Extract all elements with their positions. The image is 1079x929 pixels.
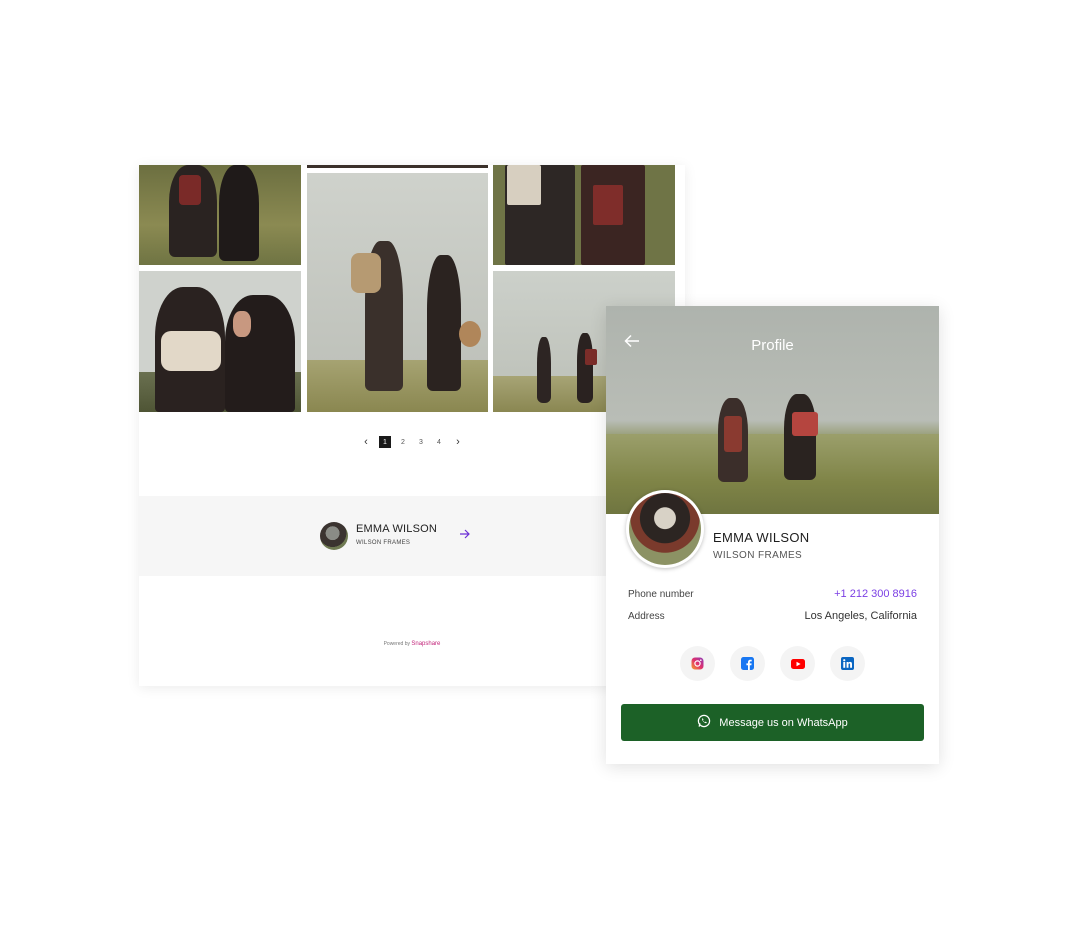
instagram-icon[interactable]: [680, 646, 715, 681]
page-title: Profile: [751, 337, 794, 354]
profile-hero-image: Profile: [606, 306, 939, 514]
profile-name: EMMA WILSON: [713, 530, 810, 545]
author-strip[interactable]: EMMA WILSON WILSON FRAMES: [139, 496, 685, 576]
page-3[interactable]: 3: [415, 436, 427, 448]
address-row: Address Los Angeles, California: [628, 608, 917, 624]
youtube-icon[interactable]: [780, 646, 815, 681]
powered-by-brand[interactable]: Snapshare: [411, 641, 440, 647]
chevron-right-icon[interactable]: ›: [451, 435, 465, 449]
whatsapp-button-label: Message us on WhatsApp: [719, 716, 848, 729]
profile-card: Profile EMMA WILSON WILSON FRAMES Phone …: [606, 306, 939, 764]
gallery-photo-4[interactable]: [307, 173, 488, 412]
facebook-icon[interactable]: [730, 646, 765, 681]
phone-label: Phone number: [628, 588, 694, 600]
author-name: EMMA WILSON: [356, 523, 438, 535]
gallery-photo-5[interactable]: [139, 271, 301, 412]
gallery-photo-2[interactable]: [307, 165, 488, 168]
whatsapp-icon: [697, 714, 711, 731]
phone-row: Phone number +1 212 300 8916: [628, 586, 917, 602]
phone-link[interactable]: +1 212 300 8916: [834, 588, 917, 600]
powered-by: Powered by Snapshare: [139, 641, 685, 647]
stage: ‹ 1 2 3 4 › EMMA WILSON WILSON FRAMES Po…: [0, 0, 1079, 929]
linkedin-icon[interactable]: [830, 646, 865, 681]
social-links: [606, 646, 939, 681]
avatar: [626, 490, 704, 568]
pagination: ‹ 1 2 3 4 ›: [139, 435, 685, 449]
arrow-right-icon[interactable]: [459, 528, 471, 542]
author-company: WILSON FRAMES: [356, 540, 411, 546]
gallery-photo-1[interactable]: [139, 165, 301, 265]
gallery-photo-3[interactable]: [493, 165, 675, 265]
profile-company: WILSON FRAMES: [713, 550, 803, 561]
page-1[interactable]: 1: [379, 436, 391, 448]
gallery-card: ‹ 1 2 3 4 › EMMA WILSON WILSON FRAMES Po…: [139, 165, 685, 686]
avatar: [320, 522, 348, 550]
powered-by-prefix: Powered by: [383, 641, 410, 647]
page-2[interactable]: 2: [397, 436, 409, 448]
whatsapp-button[interactable]: Message us on WhatsApp: [621, 704, 924, 741]
address-label: Address: [628, 610, 665, 622]
chevron-left-icon[interactable]: ‹: [359, 435, 373, 449]
address-value: Los Angeles, California: [804, 610, 917, 622]
page-4[interactable]: 4: [433, 436, 445, 448]
